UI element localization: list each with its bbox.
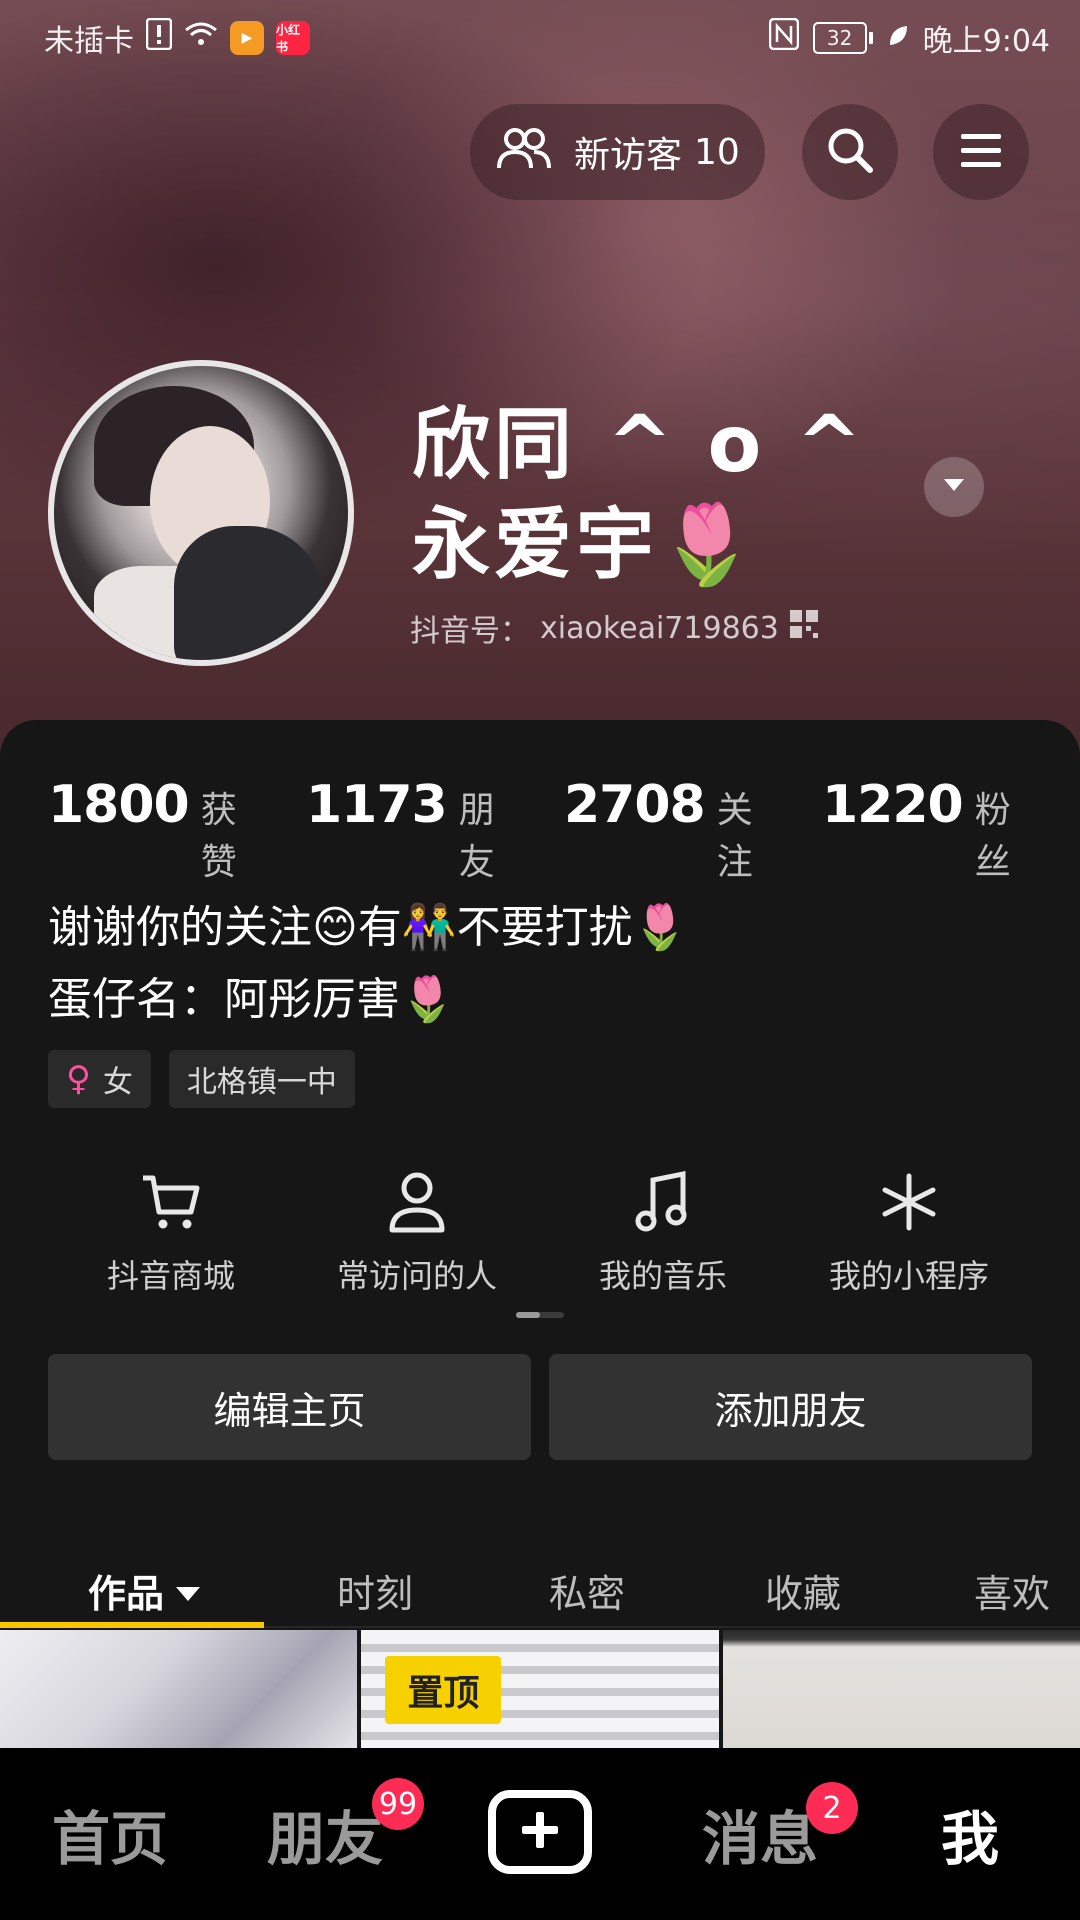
visitor-label: 新访客 bbox=[574, 135, 683, 176]
new-visitor-button[interactable]: 新访客 10 bbox=[470, 104, 765, 200]
stat-friends[interactable]: 1173 朋友 bbox=[306, 775, 516, 885]
avatar[interactable] bbox=[48, 360, 354, 666]
stat-followers[interactable]: 1220 粉丝 bbox=[822, 775, 1032, 885]
services-row: 抖音商城 常访问的人 我的音乐 我的小程序 bbox=[48, 1145, 1032, 1315]
leaf-icon bbox=[887, 21, 909, 56]
douyin-id[interactable]: 抖音号： xiaokeai719863 bbox=[410, 606, 819, 650]
service-frequent-visitors[interactable]: 常访问的人 bbox=[294, 1145, 540, 1315]
messages-badge: 2 bbox=[806, 1782, 858, 1834]
battery-icon: 32 bbox=[812, 22, 873, 54]
plus-icon bbox=[520, 1810, 560, 1854]
create-button[interactable] bbox=[488, 1790, 592, 1874]
app-notification-icon: ▶ bbox=[230, 21, 264, 55]
cart-icon bbox=[139, 1167, 203, 1237]
person-icon bbox=[387, 1167, 447, 1237]
gender-tag: ♀ 女 bbox=[48, 1050, 151, 1108]
tab-private[interactable]: 私密 bbox=[512, 1540, 662, 1640]
account-switch-button[interactable] bbox=[924, 457, 984, 517]
school-label: 北格镇一中 bbox=[186, 1065, 337, 1100]
search-button[interactable] bbox=[802, 104, 898, 200]
bio-line-1: 谢谢你的关注😊有👫不要打扰🌷 bbox=[48, 902, 688, 953]
battery-level: 32 bbox=[812, 22, 867, 54]
qrcode-icon[interactable] bbox=[789, 609, 819, 647]
bio[interactable]: 谢谢你的关注😊有👫不要打扰🌷 蛋仔名：阿彤厉害🌷 bbox=[48, 892, 1028, 1036]
school-tag[interactable]: 北格镇一中 bbox=[168, 1050, 355, 1108]
bottom-nav: 首页 朋友 99 消息 2 我 bbox=[0, 1748, 1080, 1920]
clock: 晚上9:04 bbox=[922, 24, 1050, 59]
search-icon bbox=[825, 125, 875, 179]
friends-badge: 99 bbox=[372, 1778, 424, 1830]
status-bar: 未插卡 ▶ 小红书 32 晚上9:04 bbox=[44, 17, 1050, 59]
douyin-id-label: 抖音号： bbox=[410, 614, 530, 649]
carrier-label: 未插卡 bbox=[44, 24, 134, 59]
profile-tags: ♀ 女 北格镇一中 bbox=[48, 1050, 355, 1108]
nav-friends[interactable]: 朋友 bbox=[245, 1748, 405, 1920]
menu-icon bbox=[959, 132, 1003, 172]
bio-line-2: 蛋仔名：阿彤厉害🌷 bbox=[48, 974, 455, 1025]
add-friend-button[interactable]: 添加朋友 bbox=[549, 1354, 1032, 1460]
stats-row: 1800 获赞 1173 朋友 2708 关注 1220 粉丝 bbox=[48, 775, 1080, 885]
service-mall[interactable]: 抖音商城 bbox=[48, 1145, 294, 1315]
page-indicator bbox=[516, 1312, 564, 1318]
nickname: 欣同 ^ o ^ 永爱宇🌷 bbox=[412, 400, 866, 590]
music-icon bbox=[635, 1167, 691, 1237]
pinned-badge: 置顶 bbox=[385, 1656, 502, 1724]
stat-following[interactable]: 2708 关注 bbox=[564, 775, 774, 885]
nfc-icon bbox=[768, 17, 799, 58]
nav-me[interactable]: 我 bbox=[900, 1748, 1040, 1920]
edit-profile-button[interactable]: 编辑主页 bbox=[48, 1354, 531, 1460]
douyin-id-value: xiaokeai719863 bbox=[540, 610, 779, 646]
stat-likes[interactable]: 1800 获赞 bbox=[48, 775, 258, 885]
video-grid: 置顶 bbox=[0, 1630, 1080, 1750]
asterisk-icon bbox=[879, 1167, 939, 1237]
nav-messages[interactable]: 消息 bbox=[680, 1748, 840, 1920]
visitors-icon bbox=[496, 126, 556, 179]
service-mini-programs[interactable]: 我的小程序 bbox=[786, 1145, 1032, 1315]
gender-label: 女 bbox=[102, 1065, 133, 1100]
caret-down-icon bbox=[174, 1568, 202, 1612]
service-my-music[interactable]: 我的音乐 bbox=[540, 1145, 786, 1315]
female-icon: ♀ bbox=[66, 1059, 91, 1099]
tab-likes[interactable]: 喜欢 bbox=[944, 1540, 1080, 1640]
video-thumbnail[interactable]: 置顶 bbox=[361, 1630, 719, 1750]
tab-favorites[interactable]: 收藏 bbox=[728, 1540, 878, 1640]
xiaohongshu-icon: 小红书 bbox=[276, 21, 310, 55]
alert-icon bbox=[145, 17, 173, 58]
tab-indicator bbox=[0, 1622, 264, 1628]
profile-panel: 1800 获赞 1173 朋友 2708 关注 1220 粉丝 谢谢你的关注😊有… bbox=[0, 720, 1080, 1750]
tab-moments[interactable]: 时刻 bbox=[300, 1540, 450, 1640]
top-bar: 新访客 10 bbox=[0, 104, 1080, 200]
visitor-count: 10 bbox=[694, 131, 740, 173]
nav-home[interactable]: 首页 bbox=[30, 1748, 190, 1920]
wifi-icon bbox=[184, 20, 218, 56]
action-buttons: 编辑主页 添加朋友 bbox=[48, 1354, 1032, 1460]
menu-button[interactable] bbox=[933, 104, 1029, 200]
caret-down-icon bbox=[942, 477, 966, 497]
video-thumbnail[interactable] bbox=[722, 1630, 1080, 1750]
video-thumbnail[interactable] bbox=[0, 1630, 358, 1750]
